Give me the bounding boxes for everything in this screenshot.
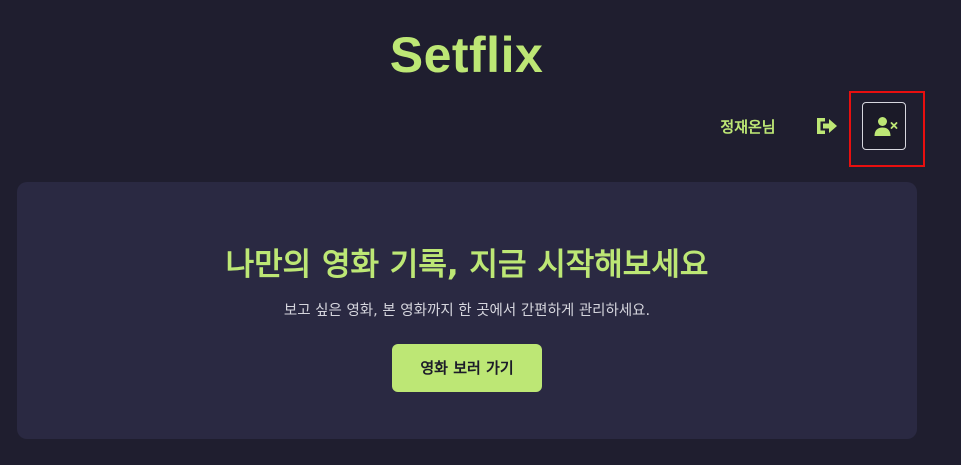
user-name: 정재온님	[720, 118, 776, 136]
delete-account-button[interactable]	[862, 102, 906, 150]
logout-button[interactable]	[814, 114, 840, 138]
hero-subtitle: 보고 싶은 영화, 본 영화까지 한 곳에서 간편하게 관리하세요.	[283, 303, 651, 319]
app-logo[interactable]: Setflix	[0, 24, 933, 86]
hero-title: 나만의 영화 기록, 지금 시작해보세요	[225, 247, 709, 283]
header: Setflix 정재온님	[0, 0, 961, 180]
sign-out-icon	[814, 118, 840, 142]
go-to-movies-button[interactable]: 영화 보러 가기	[392, 344, 542, 392]
hero-card: 나만의 영화 기록, 지금 시작해보세요 보고 싶은 영화, 본 영화까지 한 …	[17, 182, 917, 439]
